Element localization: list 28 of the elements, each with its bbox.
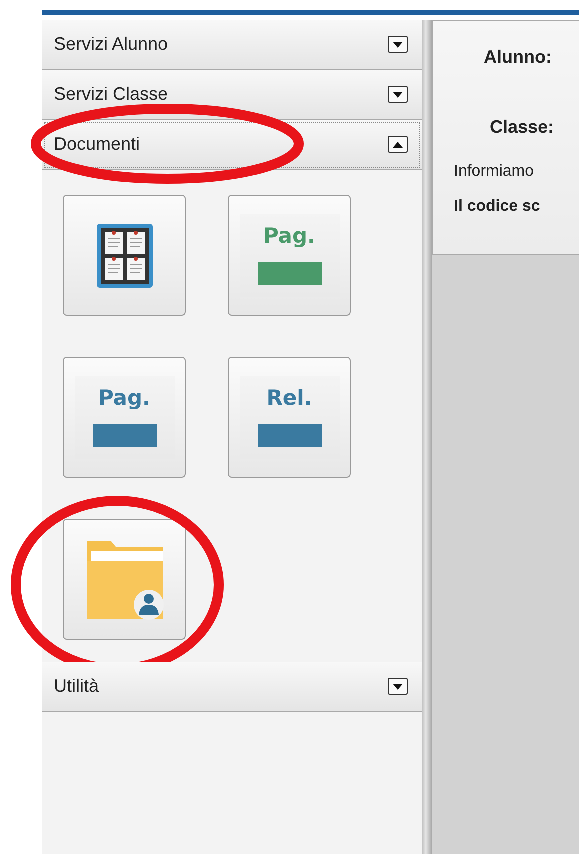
accordion-header[interactable]: Utilità (42, 662, 422, 712)
info-text: Informiamo (453, 163, 534, 182)
caret-icon (393, 684, 403, 690)
document-tile[interactable]: Rel. (228, 357, 351, 478)
field-label: Classe: (489, 117, 556, 139)
info-text: Il codice sc (453, 198, 540, 217)
section-title: Documenti (54, 134, 140, 155)
section-title: Servizi Classe (54, 84, 168, 105)
expand-toggle[interactable] (388, 678, 408, 695)
accordion-header[interactable]: Servizi Classe (42, 70, 422, 120)
expand-toggle[interactable] (388, 86, 408, 103)
field-label: Alunno: (483, 47, 553, 69)
collapse-toggle[interactable] (388, 136, 408, 153)
expand-toggle[interactable] (388, 36, 408, 53)
caret-icon (393, 92, 403, 98)
caret-icon (393, 42, 403, 48)
section-title: Utilità (54, 676, 100, 697)
tile-label: Pag. (263, 224, 316, 248)
tile-label: Rel. (266, 386, 312, 410)
document-tile[interactable]: Pag. (63, 357, 186, 478)
section-title: Servizi Alunno (54, 34, 168, 55)
accordion-header[interactable]: Servizi Alunno (42, 20, 422, 70)
document-tile[interactable] (63, 519, 186, 640)
tile-label: Pag. (98, 386, 150, 410)
notice-board-icon (96, 224, 152, 288)
accordion-header[interactable]: Documenti (42, 120, 422, 170)
document-tile[interactable] (63, 195, 186, 316)
caret-icon (393, 142, 403, 148)
